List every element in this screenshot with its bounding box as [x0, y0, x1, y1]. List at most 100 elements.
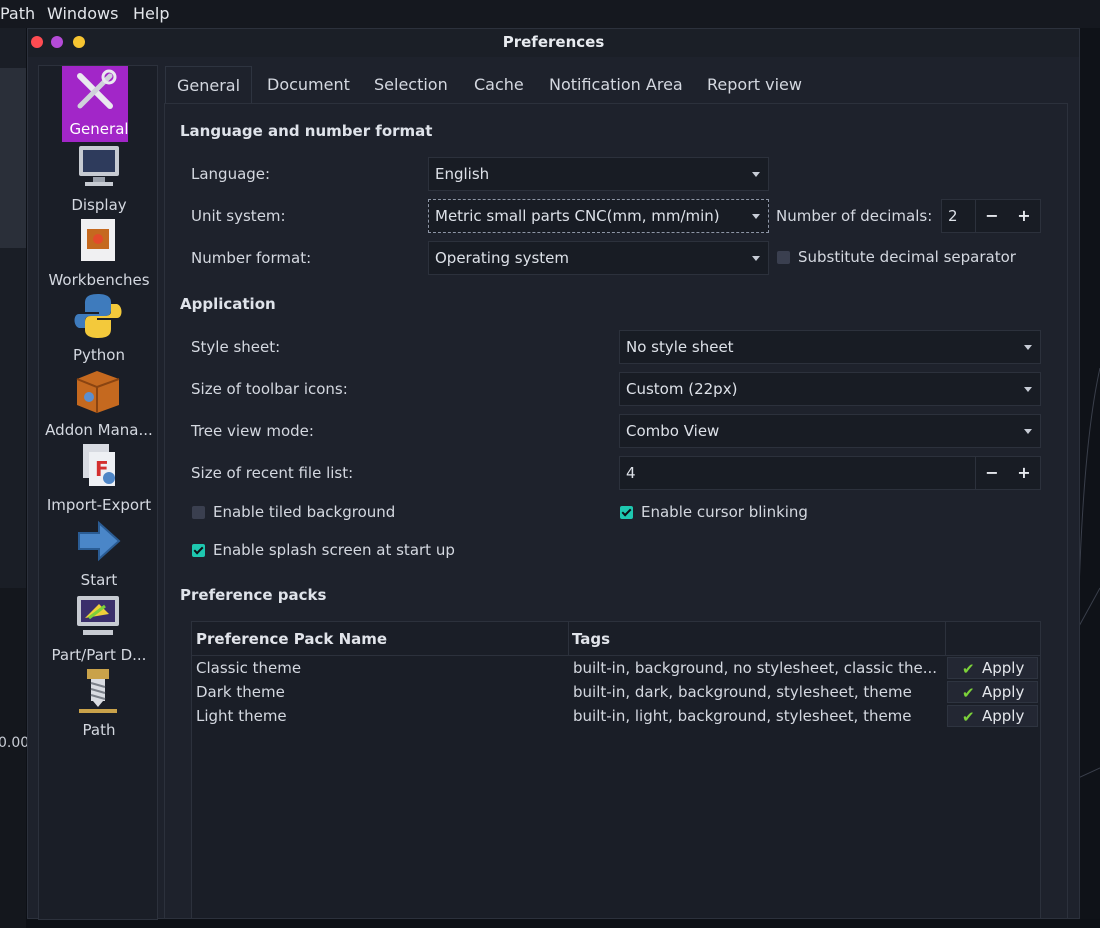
category-label: Import-Export [46, 496, 152, 514]
apply-button[interactable]: ✔ Apply [947, 681, 1038, 703]
apply-button[interactable]: ✔ Apply [947, 705, 1038, 727]
table-row[interactable]: Classic theme built-in, background, no s… [192, 656, 1040, 680]
chevron-down-icon [1024, 345, 1032, 350]
menu-path[interactable]: Path [0, 4, 35, 23]
checkmark-icon: ✔ [962, 708, 975, 726]
category-label: General [69, 120, 129, 138]
language-select[interactable]: English [428, 157, 769, 191]
table-row[interactable]: Light theme built-in, light, background,… [192, 704, 1040, 728]
python-icon [65, 292, 131, 340]
unit-system-select[interactable]: Metric small parts CNC(mm, mm/min) [428, 199, 769, 233]
chevron-down-icon [752, 214, 760, 219]
category-workbenches[interactable]: Workbenches [39, 217, 159, 292]
tab-report-view[interactable]: Report view [707, 66, 802, 104]
chevron-down-icon [1024, 387, 1032, 392]
host-3d-view-fragment [1077, 367, 1100, 779]
decimals-decrement-button[interactable]: − [976, 200, 1008, 232]
toolbar-icon-size-value: Custom (22px) [626, 380, 738, 398]
dialog-titlebar[interactable]: Preferences [28, 29, 1079, 57]
recent-file-decrement-button[interactable]: − [976, 457, 1008, 489]
pack-name: Light theme [196, 707, 287, 725]
section-preference-packs-heading: Preference packs [180, 586, 327, 604]
import-export-icon: F [65, 442, 131, 490]
number-format-select[interactable]: Operating system [428, 241, 769, 275]
stylesheet-label: Style sheet: [191, 338, 281, 356]
table-header: Preference Pack Name Tags [192, 622, 1040, 656]
chevron-down-icon [1024, 429, 1032, 434]
decimals-value: 2 [948, 207, 958, 225]
tab-notification-area[interactable]: Notification Area [549, 66, 683, 104]
checkmark-icon: ✔ [962, 684, 975, 702]
pack-name: Classic theme [196, 659, 302, 677]
tree-view-mode-select[interactable]: Combo View [619, 414, 1041, 448]
part-design-icon [65, 592, 131, 640]
category-addon-manager[interactable]: Addon Mana... [39, 367, 159, 442]
column-header-tags[interactable]: Tags [572, 630, 610, 648]
category-label: Workbenches [48, 271, 150, 289]
arrow-right-icon [65, 517, 131, 565]
tiled-background-checkbox[interactable]: Enable tiled background [192, 503, 452, 523]
menu-windows[interactable]: Windows [47, 4, 118, 23]
apply-label: Apply [982, 683, 1025, 701]
category-list: General Display Workbenches Python Addon… [38, 65, 158, 920]
category-path[interactable]: Path [39, 667, 159, 742]
decimals-spinbox[interactable]: 2 − + [941, 199, 1041, 233]
category-start[interactable]: Start [39, 517, 159, 592]
chevron-down-icon [752, 172, 760, 177]
host-right-panel [1077, 28, 1100, 919]
tab-general[interactable]: General [165, 66, 252, 104]
workbench-box-icon [65, 217, 131, 265]
pack-tags: built-in, light, background, stylesheet,… [573, 707, 912, 725]
number-format-value: Operating system [435, 249, 569, 267]
number-format-label: Number format: [191, 249, 312, 267]
decimals-increment-button[interactable]: + [1008, 200, 1040, 232]
category-import-export[interactable]: F Import-Export [39, 442, 159, 517]
column-header-name[interactable]: Preference Pack Name [196, 630, 387, 648]
category-label: Part/Part D... [51, 646, 147, 664]
host-left-panel: 0.00 [0, 28, 30, 928]
decimals-label: Number of decimals: [776, 207, 933, 225]
table-row[interactable]: Dark theme built-in, dark, background, s… [192, 680, 1040, 704]
category-python[interactable]: Python [39, 292, 159, 367]
checkmark-icon: ✔ [962, 660, 975, 678]
chevron-down-icon [752, 256, 760, 261]
apply-label: Apply [982, 707, 1025, 725]
splash-screen-checkbox[interactable]: Enable splash screen at start up [192, 541, 492, 561]
tree-view-mode-label: Tree view mode: [191, 422, 314, 440]
recent-file-list-spinbox[interactable]: 4 − + [619, 456, 1041, 490]
substitute-decimal-checkbox[interactable]: Substitute decimal separator [777, 248, 1037, 268]
category-label: Start [80, 571, 118, 589]
menu-help[interactable]: Help [133, 4, 169, 23]
cursor-blinking-checkbox[interactable]: Enable cursor blinking [620, 503, 880, 523]
checkbox-checked-icon [192, 544, 205, 557]
host-property-fragment [0, 588, 26, 928]
tab-cache[interactable]: Cache [474, 66, 524, 104]
host-viewport-fragment [0, 68, 26, 248]
pack-name: Dark theme [196, 683, 285, 701]
recent-file-list-value: 4 [626, 464, 636, 482]
recent-file-list-label: Size of recent file list: [191, 464, 354, 482]
category-part-design[interactable]: Part/Part D... [39, 592, 159, 667]
preference-packs-table: Preference Pack Name Tags Classic theme … [191, 621, 1041, 919]
pack-tags: built-in, background, no stylesheet, cla… [573, 659, 938, 677]
category-label: Display [71, 196, 127, 214]
drill-icon [65, 667, 131, 715]
tab-document[interactable]: Document [267, 66, 350, 104]
tiled-background-label: Enable tiled background [213, 503, 396, 521]
tab-selection[interactable]: Selection [374, 66, 448, 104]
checkbox-unchecked-icon [777, 251, 790, 264]
category-display[interactable]: Display [39, 142, 159, 217]
category-general[interactable]: General [39, 66, 159, 142]
section-language-heading: Language and number format [180, 122, 433, 140]
category-label: Addon Mana... [45, 421, 153, 439]
host-number: 0.00 [0, 735, 30, 751]
apply-button[interactable]: ✔ Apply [947, 657, 1038, 679]
stylesheet-select[interactable]: No style sheet [619, 330, 1041, 364]
tree-view-mode-value: Combo View [626, 422, 720, 440]
cursor-blinking-label: Enable cursor blinking [641, 503, 808, 521]
checkbox-unchecked-icon [192, 506, 205, 519]
recent-file-increment-button[interactable]: + [1008, 457, 1040, 489]
toolbar-icon-size-select[interactable]: Custom (22px) [619, 372, 1041, 406]
unit-system-value: Metric small parts CNC(mm, mm/min) [435, 207, 720, 225]
addon-box-icon [65, 367, 131, 415]
